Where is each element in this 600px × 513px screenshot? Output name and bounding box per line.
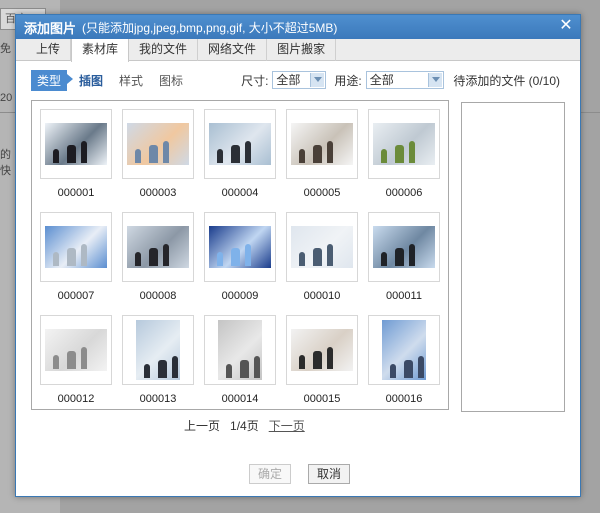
office-computer-photo <box>291 226 353 268</box>
image-thumbnail[interactable] <box>286 212 358 282</box>
image-thumbnail[interactable] <box>368 109 440 179</box>
usage-select-value: 全部 <box>369 73 394 87</box>
pagination: 上一页 1/4页 下一页 <box>184 417 305 434</box>
image-thumbnail[interactable] <box>286 315 358 385</box>
dialog-subtitle: (只能添加jpg,jpeg,bmp,png,gif, 大小不超过5MB) <box>82 20 338 35</box>
size-select[interactable]: 全部 <box>272 71 327 89</box>
image-thumbnail[interactable] <box>286 109 358 179</box>
image-caption: 000005 <box>303 187 341 199</box>
image-item[interactable]: 000008 <box>122 212 194 302</box>
dialog-titlebar: 添加图片 (只能添加jpg,jpeg,bmp,png,gif, 大小不超过5MB… <box>16 15 580 39</box>
tab-image-move[interactable]: 图片搬家 <box>267 39 337 61</box>
image-item[interactable]: 000012 <box>40 315 112 405</box>
tab-web-files[interactable]: 网络文件 <box>198 39 268 61</box>
image-caption: 000003 <box>139 187 177 199</box>
image-caption: 000010 <box>303 290 341 302</box>
image-caption: 000008 <box>139 290 177 302</box>
glasses-papers-photo <box>45 329 107 371</box>
image-thumbnail[interactable] <box>40 109 112 179</box>
image-item[interactable]: 000013 <box>122 315 194 405</box>
tab-material-library[interactable]: 素材库 <box>71 39 130 62</box>
image-caption: 000013 <box>139 393 177 405</box>
image-item[interactable]: 000007 <box>40 212 112 302</box>
type-illustration[interactable]: 插图 <box>79 72 103 89</box>
source-tabs: 上传 素材库 我的文件 网络文件 图片搬家 <box>16 39 580 62</box>
background-fragment: 20 <box>0 92 13 104</box>
chevron-down-icon <box>427 73 442 87</box>
pending-files-list[interactable] <box>461 102 565 412</box>
image-caption: 000016 <box>385 393 423 405</box>
image-thumbnail[interactable] <box>122 212 194 282</box>
chevron-down-icon <box>310 73 325 87</box>
image-caption: 000001 <box>57 187 95 199</box>
image-thumbnail[interactable] <box>122 109 194 179</box>
close-icon[interactable]: ✕ <box>558 18 574 34</box>
image-item[interactable]: 000006 <box>368 109 440 199</box>
business-laptop-photo <box>209 123 271 165</box>
image-caption: 000007 <box>57 290 95 302</box>
image-caption: 000006 <box>385 187 423 199</box>
image-grid: 000001 000003 000004 000005 000006 000007 0000… <box>31 100 449 410</box>
image-item[interactable]: 000016 <box>368 315 440 405</box>
image-item[interactable]: 000003 <box>122 109 194 199</box>
office-desk-photo <box>373 123 435 165</box>
image-caption: 000012 <box>57 393 95 405</box>
image-item[interactable]: 000004 <box>204 109 276 199</box>
image-thumbnail[interactable] <box>122 315 194 385</box>
tab-my-files[interactable]: 我的文件 <box>129 39 199 61</box>
add-image-dialog: 添加图片 (只能添加jpg,jpeg,bmp,png,gif, 大小不超过5MB… <box>15 14 581 497</box>
clock-handshake-photo <box>218 320 262 380</box>
image-thumbnail[interactable] <box>368 315 440 385</box>
businessman-window-photo <box>136 320 180 380</box>
image-thumbnail[interactable] <box>368 212 440 282</box>
usage-label: 用途: <box>334 73 362 88</box>
image-item[interactable]: 000005 <box>286 109 358 199</box>
image-caption: 000014 <box>221 393 259 405</box>
page-info: 1/4页 <box>230 419 259 433</box>
type-style[interactable]: 样式 <box>119 72 143 89</box>
image-item[interactable]: 000010 <box>286 212 358 302</box>
size-select-value: 全部 <box>276 73 301 87</box>
globe-hands-photo <box>209 226 271 268</box>
business-people-photo <box>127 226 189 268</box>
image-item[interactable]: 000001 <box>40 109 112 199</box>
type-icon[interactable]: 图标 <box>159 72 183 89</box>
image-thumbnail[interactable] <box>204 109 276 179</box>
image-caption: 000004 <box>221 187 259 199</box>
image-caption: 000009 <box>221 290 259 302</box>
filter-bar: 类型 插图 样式 图标 尺寸: 全部 用途: 全部 待添加的文件 (0/10) <box>31 69 570 91</box>
background-fragment: 的 <box>0 149 11 161</box>
image-item[interactable]: 000015 <box>286 315 358 405</box>
background-fragment: 快 <box>0 165 11 177</box>
image-thumbnail[interactable] <box>204 315 276 385</box>
usage-select[interactable]: 全部 <box>365 71 444 89</box>
cancel-button[interactable]: 取消 <box>308 464 350 484</box>
business-team-photo <box>45 123 107 165</box>
tower-building-photo <box>382 320 426 380</box>
background-fragment: 免 <box>0 43 11 55</box>
image-caption: 000015 <box>303 393 341 405</box>
size-label: 尺寸: <box>241 73 269 88</box>
image-thumbnail[interactable] <box>40 212 112 282</box>
dialog-title: 添加图片 <box>24 20 77 36</box>
skyscrapers-photo <box>45 226 107 268</box>
pending-files-title: 待添加的文件 (0/10) <box>453 73 560 88</box>
image-caption: 000011 <box>386 290 422 302</box>
image-item[interactable]: 000009 <box>204 212 276 302</box>
team-hands-photo <box>127 123 189 165</box>
next-page-link[interactable]: 下一页 <box>269 417 305 434</box>
coffee-cup-photo <box>291 123 353 165</box>
image-item[interactable]: 000014 <box>204 315 276 405</box>
business-handshake-photo <box>373 226 435 268</box>
tab-upload[interactable]: 上传 <box>26 39 72 61</box>
image-thumbnail[interactable] <box>40 315 112 385</box>
image-item[interactable]: 000011 <box>368 212 440 302</box>
image-thumbnail[interactable] <box>204 212 276 282</box>
handshake-photo <box>291 329 353 371</box>
prev-page-link[interactable]: 上一页 <box>184 417 220 434</box>
type-label: 类型 <box>31 69 74 91</box>
confirm-button[interactable]: 确定 <box>249 464 291 484</box>
